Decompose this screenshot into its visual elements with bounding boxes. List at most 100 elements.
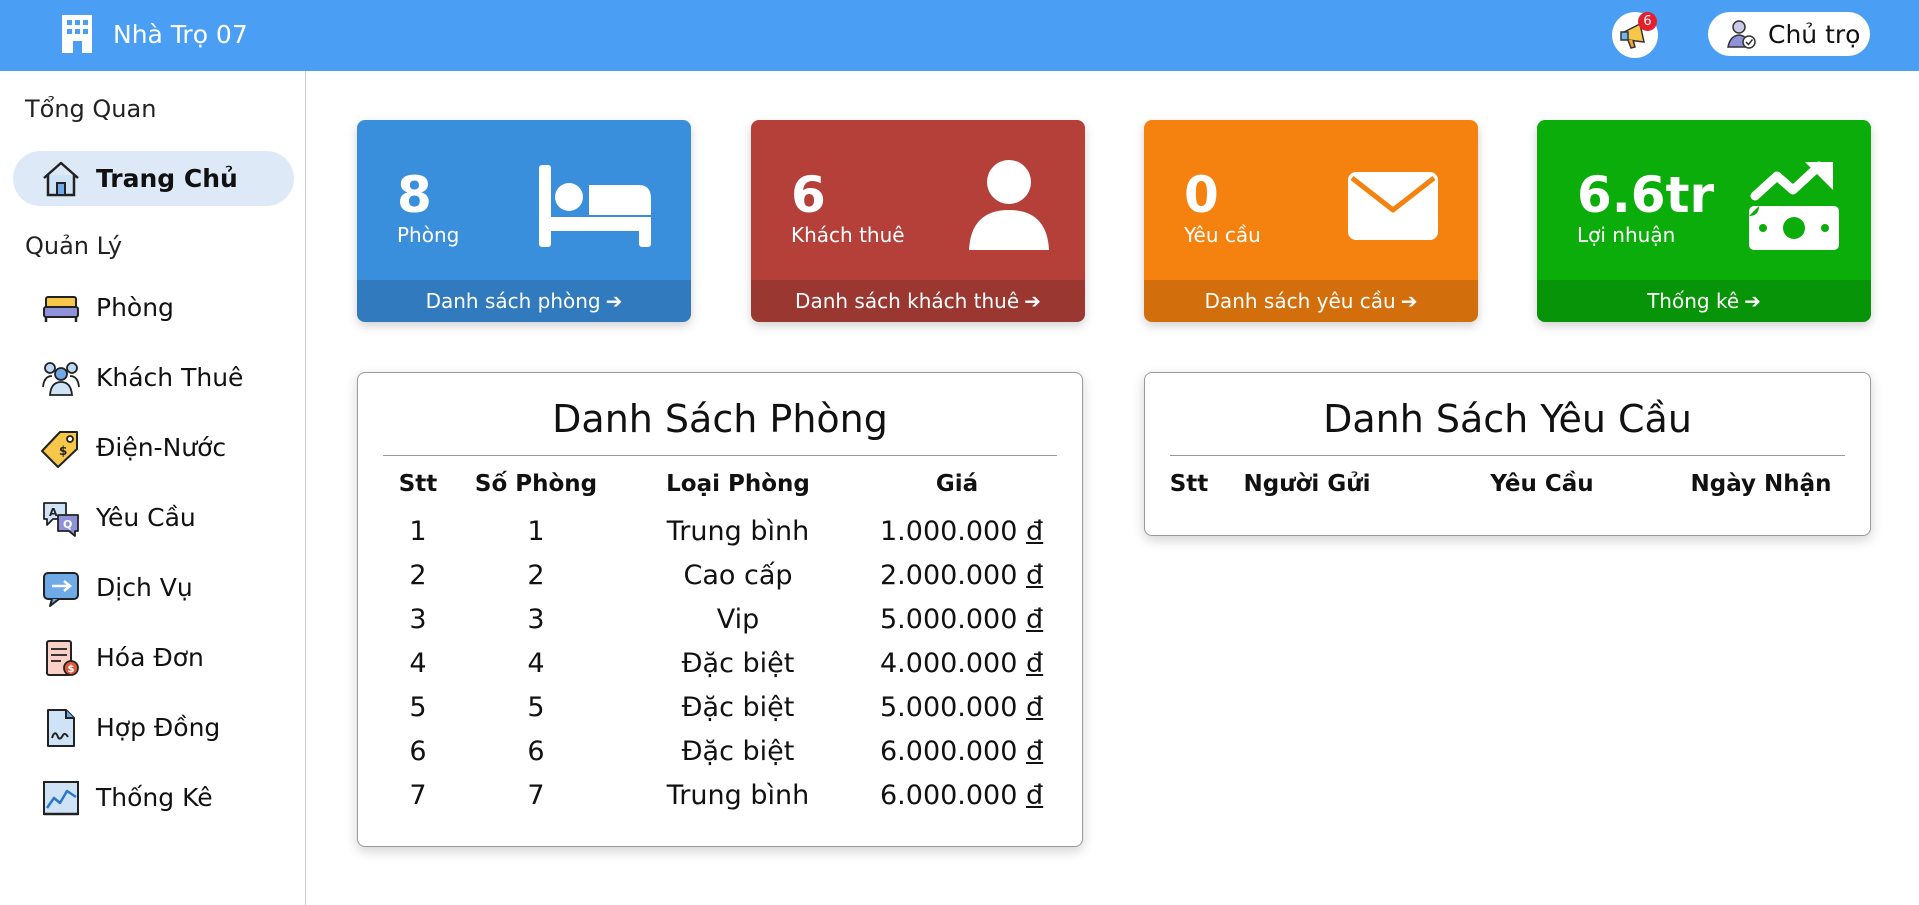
room-stt: 4 bbox=[409, 648, 427, 679]
top-bar: Nhà Trọ 07 6 Chủ trọ bbox=[0, 0, 1919, 71]
user-avatar-icon bbox=[1727, 20, 1756, 49]
stat-card-requests: 0 Yêu cầu Danh sách yêu cầu ➔ bbox=[1144, 120, 1478, 322]
sidebar-item-label: Trang Chủ bbox=[96, 164, 238, 193]
app-title: Nhà Trọ 07 bbox=[113, 19, 248, 49]
sidebar-item-contracts[interactable]: Hợp Đồng bbox=[13, 700, 294, 755]
column-header-request: Yêu Cầu bbox=[1490, 471, 1594, 497]
money-growth-icon bbox=[1749, 161, 1839, 250]
stat-value: 6.6tr bbox=[1577, 166, 1715, 224]
arrow-right-icon: ➔ bbox=[1024, 289, 1041, 313]
rooms-list-panel: Danh Sách Phòng Stt Số Phòng Loại Phòng … bbox=[357, 372, 1083, 847]
user-icon bbox=[969, 160, 1049, 250]
section-heading-overview: Tổng Quan bbox=[25, 95, 157, 123]
sidebar-item-label: Hợp Đồng bbox=[96, 713, 221, 742]
room-price: 6.000.000 đ bbox=[880, 736, 1044, 767]
card-link-rooms[interactable]: Danh sách phòng ➔ bbox=[357, 280, 691, 322]
building-icon bbox=[62, 15, 92, 53]
contract-icon bbox=[47, 708, 75, 747]
sidebar-item-label: Thống Kê bbox=[96, 783, 213, 812]
bed-icon bbox=[43, 295, 79, 322]
stat-value: 0 bbox=[1184, 166, 1219, 224]
bed-icon bbox=[539, 165, 651, 247]
sidebar-item-utilities[interactable]: $ Điện-Nước bbox=[13, 420, 294, 475]
room-price: 4.000.000 đ bbox=[880, 648, 1044, 679]
notification-button[interactable]: 6 bbox=[1612, 12, 1658, 58]
room-number: 2 bbox=[527, 560, 545, 591]
column-header-room-type: Loại Phòng bbox=[666, 471, 810, 497]
column-header-received-date: Ngày Nhận bbox=[1690, 471, 1832, 497]
envelope-icon bbox=[1348, 172, 1438, 240]
room-type: Trung bình bbox=[666, 516, 810, 547]
sidebar-item-label: Dịch Vụ bbox=[96, 573, 193, 602]
stat-value: 8 bbox=[397, 166, 432, 224]
stat-label: Khách thuê bbox=[791, 223, 905, 247]
room-type: Đặc biệt bbox=[681, 648, 795, 679]
room-price: 1.000.000 đ bbox=[880, 516, 1044, 547]
invoice-icon: $ bbox=[46, 639, 79, 676]
brand[interactable]: Nhà Trọ 07 bbox=[60, 14, 248, 54]
divider bbox=[383, 455, 1057, 456]
stat-card-rooms: 8 Phòng Danh sách phòng ➔ bbox=[357, 120, 691, 322]
user-menu-button[interactable]: Chủ trọ bbox=[1708, 12, 1870, 56]
room-type: Cao cấp bbox=[683, 560, 793, 591]
room-stt: 2 bbox=[409, 560, 427, 591]
svg-text:Q: Q bbox=[63, 518, 72, 531]
sidebar-item-rooms[interactable]: Phòng bbox=[13, 280, 294, 335]
card-link-label: Thống kê bbox=[1647, 289, 1740, 313]
utility-tag-icon: $ bbox=[41, 430, 78, 468]
sidebar-item-label: Phòng bbox=[96, 293, 174, 322]
requests-list-panel: Danh Sách Yêu Cầu Stt Người Gửi Yêu Cầu … bbox=[1144, 372, 1871, 536]
svg-text:A: A bbox=[49, 506, 58, 519]
room-number: 3 bbox=[527, 604, 545, 635]
room-number: 6 bbox=[527, 736, 545, 767]
card-link-label: Danh sách khách thuê bbox=[795, 289, 1020, 313]
divider bbox=[1170, 455, 1845, 456]
room-stt: 7 bbox=[409, 780, 427, 811]
section-heading-manage: Quản Lý bbox=[25, 232, 123, 260]
column-header-price: Giá bbox=[935, 471, 979, 497]
tenants-icon bbox=[42, 361, 80, 396]
sidebar-item-label: Điện-Nước bbox=[96, 433, 227, 462]
user-name: Chủ trọ bbox=[1768, 19, 1861, 49]
sidebar-item-label: Yêu Cầu bbox=[96, 503, 196, 532]
sidebar-item-tenants[interactable]: Khách Thuê bbox=[13, 350, 294, 405]
sidebar-item-services[interactable]: Dịch Vụ bbox=[13, 560, 294, 615]
sidebar-item-invoices[interactable]: $ Hóa Đơn bbox=[13, 630, 294, 685]
arrow-right-icon: ➔ bbox=[1400, 289, 1418, 313]
column-header-room-number: Số Phòng bbox=[474, 471, 598, 497]
room-number: 1 bbox=[527, 516, 545, 547]
svg-text:$: $ bbox=[59, 444, 67, 458]
room-stt: 6 bbox=[409, 736, 427, 767]
sidebar: Tổng Quan Trang Chủ Quản Lý Phòng Khách … bbox=[0, 71, 306, 905]
card-link-label: Danh sách phòng bbox=[425, 289, 601, 313]
stat-card-profit: 6.6tr Lợi nhuận Thống kê ➔ bbox=[1537, 120, 1871, 322]
card-link-statistics[interactable]: Thống kê ➔ bbox=[1537, 280, 1871, 322]
room-price: 5.000.000 đ bbox=[880, 604, 1044, 635]
column-header-stt: Stt bbox=[398, 471, 438, 497]
room-price: 2.000.000 đ bbox=[880, 560, 1044, 591]
notification-badge: 6 bbox=[1638, 12, 1657, 31]
room-stt: 5 bbox=[409, 692, 427, 723]
sidebar-item-statistics[interactable]: Thống Kê bbox=[13, 770, 294, 825]
room-number: 7 bbox=[527, 780, 545, 811]
room-type: Vip bbox=[716, 604, 760, 635]
column-header-stt: Stt bbox=[1169, 471, 1209, 497]
room-type: Trung bình bbox=[666, 780, 810, 811]
room-number: 4 bbox=[527, 648, 545, 679]
card-link-label: Danh sách yêu cầu bbox=[1204, 289, 1396, 313]
stat-value: 6 bbox=[791, 166, 826, 224]
stat-card-tenants: 6 Khách thuê Danh sách khách thuê ➔ bbox=[751, 120, 1085, 322]
arrow-right-icon: ➔ bbox=[1744, 289, 1761, 313]
card-link-requests[interactable]: Danh sách yêu cầu ➔ bbox=[1144, 280, 1478, 322]
sidebar-item-requests[interactable]: A Q Yêu Cầu bbox=[13, 490, 294, 545]
card-link-tenants[interactable]: Danh sách khách thuê ➔ bbox=[751, 280, 1085, 322]
sidebar-item-home[interactable]: Trang Chủ bbox=[13, 151, 294, 206]
statistics-chart-icon bbox=[43, 780, 79, 815]
service-icon bbox=[43, 571, 79, 607]
home-icon bbox=[43, 161, 79, 196]
room-number: 5 bbox=[527, 692, 545, 723]
sidebar-item-label: Khách Thuê bbox=[96, 363, 244, 392]
sidebar-item-label: Hóa Đơn bbox=[96, 643, 204, 672]
stat-label: Yêu cầu bbox=[1184, 223, 1261, 247]
room-price: 6.000.000 đ bbox=[880, 780, 1044, 811]
